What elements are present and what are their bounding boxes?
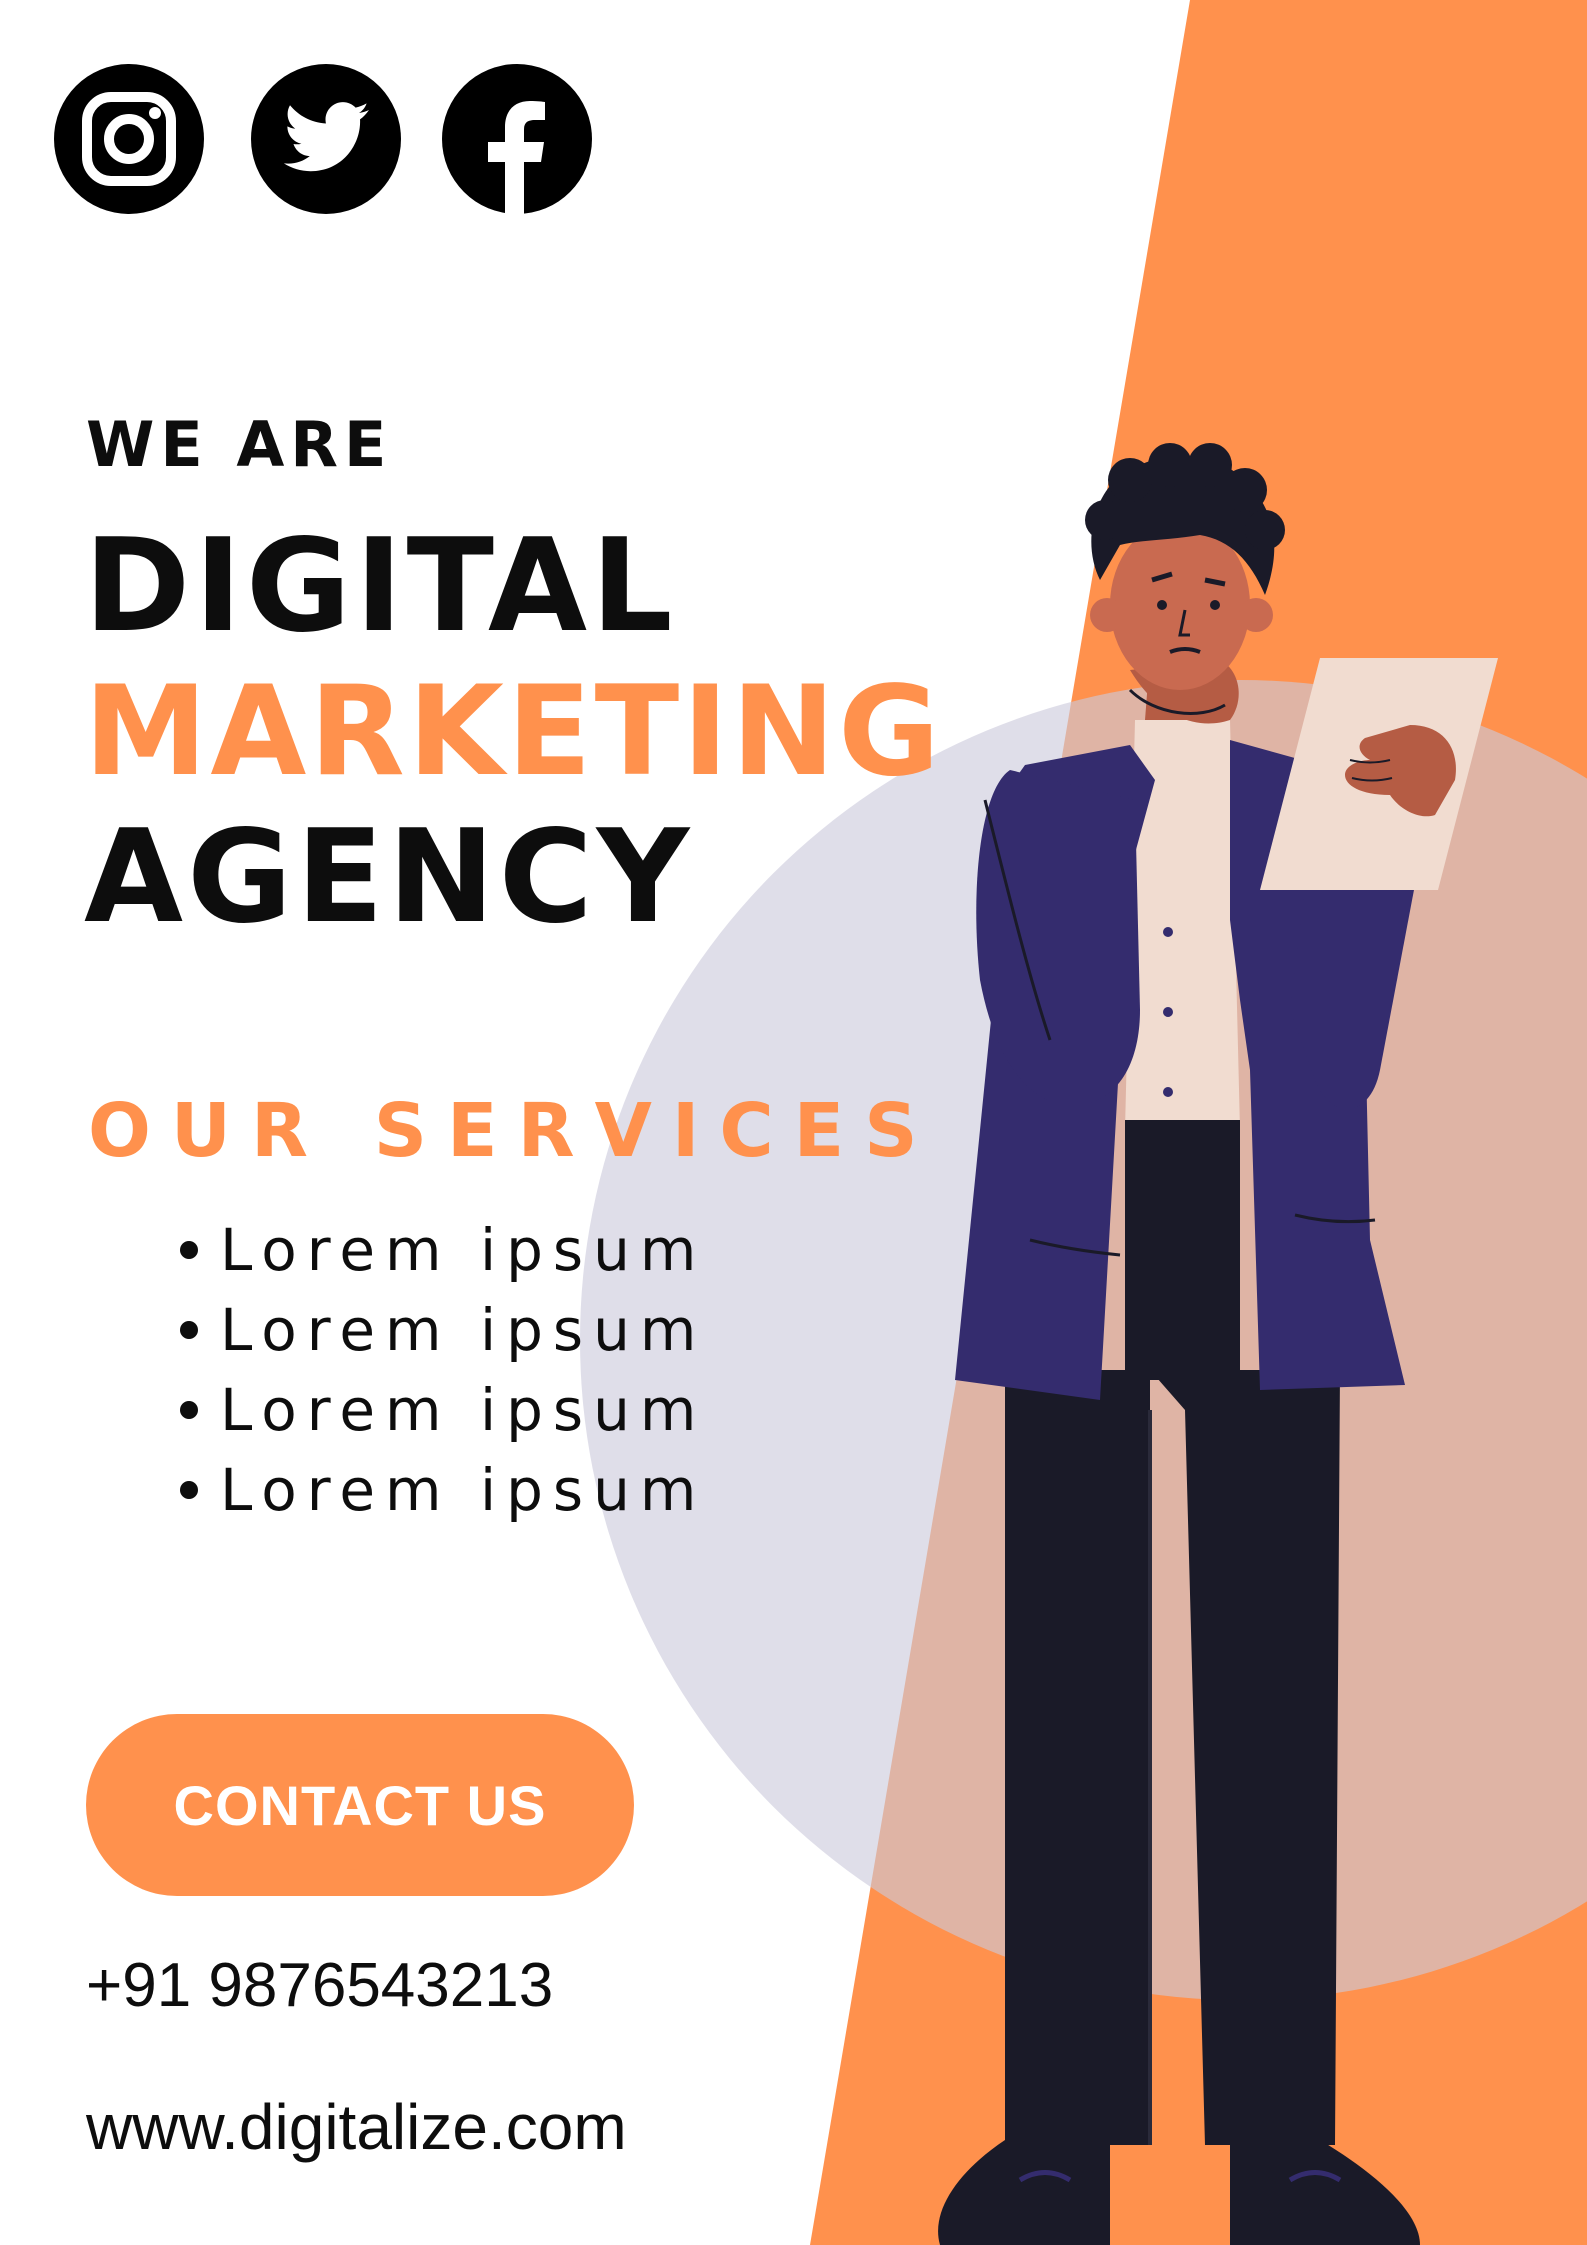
list-item: Lorem ipsum bbox=[180, 1290, 706, 1370]
contact-us-button[interactable]: CONTACT US bbox=[86, 1714, 634, 1896]
headline-marketing: MARKETING bbox=[84, 660, 943, 804]
list-item: Lorem ipsum bbox=[180, 1450, 706, 1530]
service-label: Lorem ipsum bbox=[220, 1376, 707, 1444]
left-leg bbox=[1005, 1370, 1150, 2145]
website-link[interactable]: www.digitalize.com bbox=[86, 2090, 627, 2164]
intro-text: WE ARE bbox=[86, 408, 393, 481]
instagram-link[interactable] bbox=[54, 64, 204, 214]
bullet-icon bbox=[180, 1240, 198, 1259]
facebook-link[interactable] bbox=[442, 64, 592, 214]
right-shoe bbox=[1230, 2140, 1420, 2245]
poster: WE ARE DIGITAL MARKETING AGENCY OUR SERV… bbox=[0, 0, 1587, 2245]
left-shoe bbox=[938, 2140, 1110, 2245]
bullet-icon bbox=[180, 1400, 198, 1419]
headline-digital: DIGITAL bbox=[84, 512, 677, 661]
list-item: Lorem ipsum bbox=[180, 1210, 706, 1290]
twitter-icon bbox=[283, 102, 369, 172]
services-list: Lorem ipsum Lorem ipsum Lorem ipsum Lore… bbox=[180, 1210, 706, 1530]
instagram-icon bbox=[82, 92, 176, 186]
service-label: Lorem ipsum bbox=[220, 1296, 707, 1364]
twitter-link[interactable] bbox=[251, 64, 401, 214]
facebook-icon bbox=[488, 101, 545, 214]
phone-number: +91 9876543213 bbox=[86, 1951, 554, 2020]
bullet-icon bbox=[180, 1480, 198, 1499]
service-label: Lorem ipsum bbox=[220, 1216, 707, 1284]
list-item: Lorem ipsum bbox=[180, 1370, 706, 1450]
right-leg bbox=[1150, 1370, 1340, 2145]
man-illustration bbox=[938, 443, 1498, 2245]
headline-agency: AGENCY bbox=[84, 803, 694, 952]
bullet-icon bbox=[180, 1320, 198, 1339]
services-title: OUR SERVICES bbox=[88, 1088, 938, 1174]
service-label: Lorem ipsum bbox=[220, 1456, 707, 1524]
